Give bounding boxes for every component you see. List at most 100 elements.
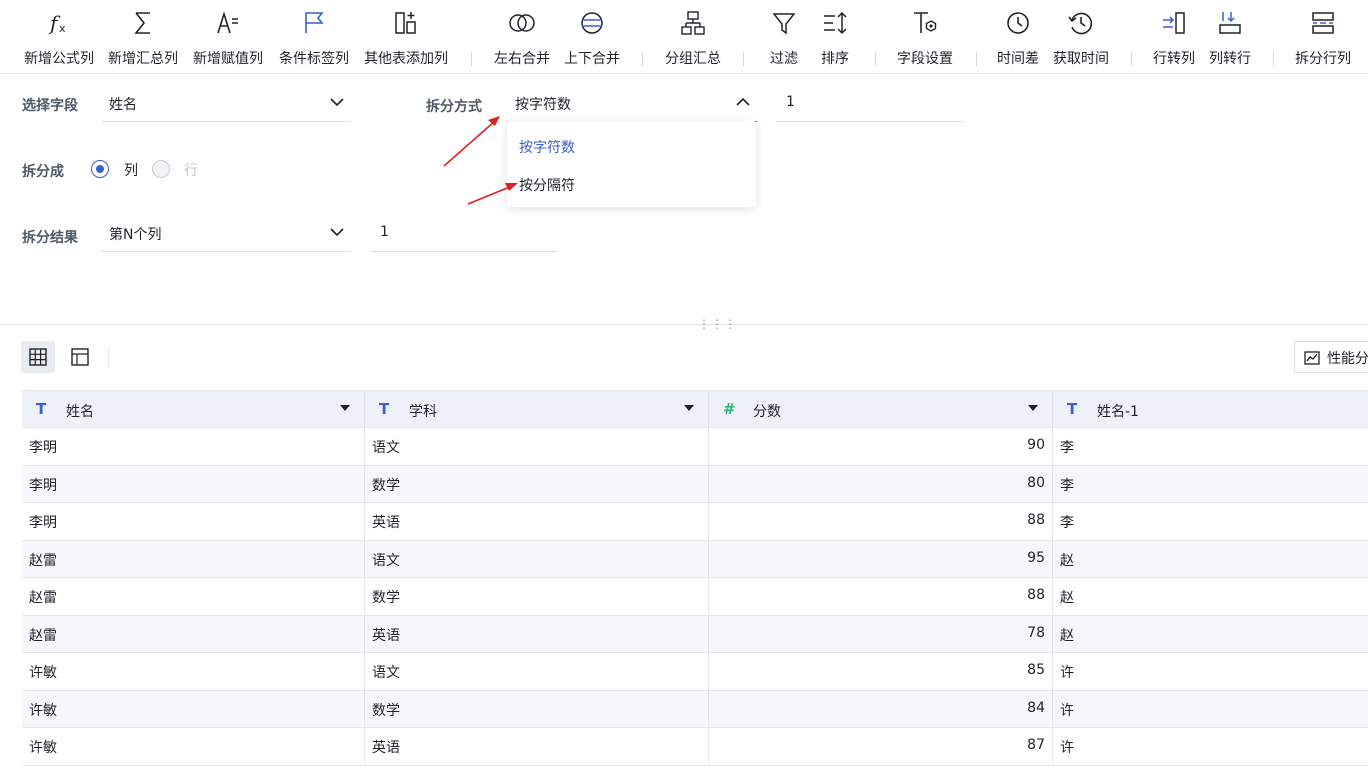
cell-score[interactable]: 87 — [709, 728, 1053, 766]
cell-subject[interactable]: 语文 — [365, 653, 709, 691]
toolbar-label: 条件标签列 — [279, 51, 349, 67]
split-method-label: 拆分方式 — [426, 99, 482, 115]
filter-button[interactable]: 过滤 — [763, 8, 805, 70]
cell-subject[interactable]: 数学 — [365, 465, 709, 503]
toolbar-divider — [743, 52, 744, 66]
cell-name-1[interactable]: 赵 — [1053, 541, 1368, 579]
cell-name-1[interactable]: 许 — [1053, 691, 1368, 729]
sort-button[interactable]: 排序 — [814, 8, 856, 70]
cell-score[interactable]: 78 — [709, 615, 1053, 653]
cell-name[interactable]: 李明 — [22, 465, 365, 503]
cell-subject[interactable]: 英语 — [365, 503, 709, 541]
table-row[interactable]: 许敏 数学 84 许 — [22, 690, 1368, 729]
cell-score[interactable]: 88 — [709, 578, 1053, 616]
option-by-delimiter[interactable]: 按分隔符 — [519, 175, 575, 195]
sort-icon — [824, 11, 847, 35]
cell-name[interactable]: 赵雷 — [22, 578, 365, 616]
cell-score[interactable]: 90 — [709, 428, 1053, 466]
cell-subject[interactable]: 数学 — [365, 690, 709, 728]
cell-name-1[interactable]: 赵 — [1053, 616, 1368, 654]
field-settings-icon — [914, 12, 937, 33]
table-row[interactable]: 赵雷 英语 78 赵 — [22, 615, 1368, 654]
add-formula-column-button[interactable]: fx 新增公式列 — [21, 8, 97, 70]
cell-score[interactable]: 85 — [709, 653, 1053, 691]
table-row[interactable]: 许敏 语文 85 许 — [22, 653, 1368, 691]
resize-handle-icon[interactable]: ⋮⋮⋮ — [698, 317, 737, 331]
cell-score[interactable]: 84 — [709, 690, 1053, 728]
column-header-score[interactable]: # 分数 — [709, 391, 1053, 429]
table-row[interactable]: 李明 数学 80 李 — [22, 465, 1368, 504]
cell-subject[interactable]: 语文 — [365, 428, 709, 466]
split-rows-columns-button[interactable]: 拆分行列 — [1291, 8, 1355, 70]
column-to-row-button[interactable]: 列转行 — [1206, 8, 1254, 70]
table-row[interactable]: 李明 英语 88 李 — [22, 503, 1368, 541]
cell-name-1[interactable]: 李 — [1053, 503, 1368, 541]
table-row[interactable]: 李明 语文 90 李 — [22, 428, 1368, 466]
add-assign-column-button[interactable]: 新增赋值列 — [190, 8, 266, 70]
layout-view-button[interactable] — [63, 341, 97, 373]
split-method-count-input[interactable]: 1 — [776, 86, 964, 122]
toolbar-divider — [471, 52, 472, 66]
split-into-row-radio[interactable] — [152, 160, 170, 178]
cell-subject[interactable]: 数学 — [365, 578, 709, 616]
cell-name[interactable]: 许敏 — [22, 653, 365, 691]
merge-horizontal-button[interactable]: 左右合并 — [491, 8, 553, 70]
performance-analysis-button[interactable]: 性能分 — [1294, 341, 1368, 373]
cell-name[interactable]: 许敏 — [22, 690, 365, 728]
cell-subject[interactable]: 英语 — [365, 728, 709, 766]
cell-score[interactable]: 88 — [709, 503, 1053, 541]
cell-subject[interactable]: 语文 — [365, 540, 709, 578]
time-difference-button[interactable]: 时间差 — [994, 8, 1042, 70]
cell-name-1[interactable]: 许 — [1053, 653, 1368, 691]
column-header-name[interactable]: T 姓名 — [22, 391, 365, 429]
number-type-icon: # — [723, 400, 736, 418]
field-settings-button[interactable]: 字段设置 — [893, 8, 957, 70]
split-result-n-input[interactable]: 1 — [370, 216, 558, 252]
add-column-from-other-table-button[interactable]: 其他表添加列 — [360, 8, 452, 70]
toolbar: fx 新增公式列 新增汇总列 新增赋值列 条件标签列 其他表添加列 左右合并 上… — [0, 0, 1368, 74]
toolbar-label: 列转行 — [1209, 51, 1251, 67]
toolbar-divider — [1131, 52, 1132, 66]
cell-name[interactable]: 赵雷 — [22, 540, 365, 578]
table-row[interactable]: 许敏 英语 87 许 — [22, 728, 1368, 766]
split-into-column-radio[interactable] — [91, 160, 109, 178]
cell-score[interactable]: 95 — [709, 540, 1053, 578]
cell-name[interactable]: 许敏 — [22, 728, 365, 766]
toolbar-label: 拆分行列 — [1295, 51, 1351, 67]
clock-icon — [1007, 12, 1029, 34]
cell-name[interactable]: 李明 — [22, 503, 365, 541]
cell-name-1[interactable]: 李 — [1053, 428, 1368, 466]
get-time-button[interactable]: 获取时间 — [1050, 8, 1112, 70]
split-method-options: 按字符数 按分隔符 — [507, 121, 756, 207]
caret-down-icon[interactable] — [684, 403, 694, 413]
performance-analysis-label: 性能分 — [1327, 351, 1368, 367]
cell-name-1[interactable]: 许 — [1053, 728, 1368, 766]
merge-vertical-button[interactable]: 上下合并 — [561, 8, 623, 70]
select-field-dropdown[interactable]: 姓名 — [101, 86, 351, 122]
split-method-value: 按字符数 — [515, 97, 571, 113]
grid-view-button[interactable] — [21, 341, 55, 373]
text-type-icon: T — [1067, 400, 1078, 418]
cell-name[interactable]: 赵雷 — [22, 615, 365, 653]
column-header-subject[interactable]: T 学科 — [365, 391, 709, 429]
chart-line-icon — [1304, 351, 1320, 365]
condition-tag-column-button[interactable]: 条件标签列 — [276, 8, 352, 70]
cell-name[interactable]: 李明 — [22, 428, 365, 466]
split-method-dropdown[interactable]: 按字符数 — [507, 86, 757, 122]
table-row[interactable]: 赵雷 语文 95 赵 — [22, 540, 1368, 579]
table-row[interactable]: 赵雷 数学 88 赵 — [22, 578, 1368, 616]
cell-score[interactable]: 80 — [709, 465, 1053, 503]
cell-name-1[interactable]: 李 — [1053, 466, 1368, 504]
add-summary-column-button[interactable]: 新增汇总列 — [105, 8, 181, 70]
split-result-dropdown[interactable]: 第N个列 — [101, 216, 351, 252]
cell-name-1[interactable]: 赵 — [1053, 578, 1368, 616]
column-header-name-1[interactable]: T 姓名-1 — [1053, 391, 1368, 429]
toolbar-label: 时间差 — [997, 51, 1039, 67]
caret-down-icon[interactable] — [1028, 403, 1038, 413]
option-by-char-count[interactable]: 按字符数 — [519, 137, 575, 157]
group-summary-button[interactable]: 分组汇总 — [662, 8, 724, 70]
assign-value-icon — [217, 11, 238, 34]
cell-subject[interactable]: 英语 — [365, 615, 709, 653]
row-to-column-button[interactable]: 行转列 — [1150, 8, 1198, 70]
caret-down-icon[interactable] — [340, 403, 350, 413]
